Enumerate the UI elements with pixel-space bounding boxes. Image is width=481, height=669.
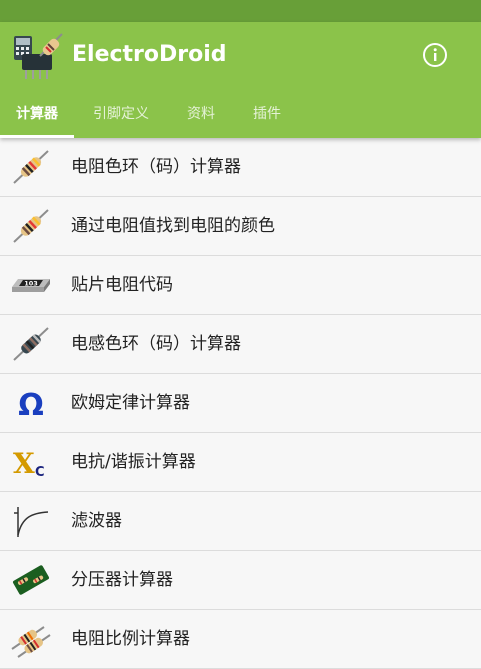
list-item-label: 分压器计算器 xyxy=(71,570,173,590)
resistor-color-code-icon xyxy=(13,150,49,184)
list-item-resistor-value-to-color[interactable]: 通过电阻值找到电阻的颜色 xyxy=(0,197,481,256)
ohm-symbol-icon: Ω xyxy=(18,388,44,423)
inductor-icon xyxy=(13,327,49,361)
list-item-label: 滤波器 xyxy=(71,511,122,531)
list-item-label: 欧姆定律计算器 xyxy=(71,393,190,413)
app-logo-icon xyxy=(14,33,63,79)
list-item-label: 贴片电阻代码 xyxy=(71,275,173,295)
list-item-resistor-ratio[interactable]: 电阻比例计算器 xyxy=(0,610,481,669)
app-bar: ElectroDroid 计算器 引脚定义 资料 插件 xyxy=(0,22,481,138)
filter-curve-icon xyxy=(14,507,49,537)
list-item-inductor-color-code[interactable]: 电感色环（码）计算器 xyxy=(0,315,481,374)
list-item-label: 通过电阻值找到电阻的颜色 xyxy=(71,216,275,236)
resistor-value-to-color-icon xyxy=(13,209,49,243)
list-item-voltage-divider[interactable]: 分压器计算器 xyxy=(0,551,481,610)
voltage-divider-icon xyxy=(13,565,49,595)
smd-resistor-icon: 103 xyxy=(12,279,50,292)
tab-calculators[interactable]: 计算器 xyxy=(0,92,74,138)
list-item-smd-resistor-code[interactable]: 103 贴片电阻代码 xyxy=(0,256,481,315)
active-tab-indicator xyxy=(0,135,74,138)
svg-text:X: X xyxy=(13,447,35,480)
reactance-icon: X C xyxy=(13,447,45,480)
svg-text:103: 103 xyxy=(24,280,38,288)
list-item-label: 电感色环（码）计算器 xyxy=(71,334,241,354)
status-bar xyxy=(0,0,481,22)
svg-text:C: C xyxy=(35,465,45,480)
list-item-label: 电抗/谐振计算器 xyxy=(71,452,196,472)
calculator-list: 电阻色环（码）计算器 通过电阻值找到电阻的颜色 103 贴片电阻代码 电感色环（… xyxy=(0,138,481,669)
tab-resources[interactable]: 资料 xyxy=(172,92,230,138)
svg-text:Ω: Ω xyxy=(18,388,44,423)
list-item-label: 电阻色环（码）计算器 xyxy=(71,157,241,177)
list-item-filters[interactable]: 滤波器 xyxy=(0,492,481,551)
tab-bar: 计算器 引脚定义 资料 插件 xyxy=(0,92,481,138)
app-title: ElectroDroid xyxy=(72,42,227,67)
resistor-ratio-icon xyxy=(11,626,51,658)
info-icon[interactable] xyxy=(422,42,448,68)
list-item-label: 电阻比例计算器 xyxy=(71,629,190,649)
list-item-ohms-law[interactable]: Ω 欧姆定律计算器 xyxy=(0,374,481,433)
tab-pinouts[interactable]: 引脚定义 xyxy=(80,92,162,138)
list-item-resistor-color-code[interactable]: 电阻色环（码）计算器 xyxy=(0,138,481,197)
list-item-reactance-resonance[interactable]: X C 电抗/谐振计算器 xyxy=(0,433,481,492)
tab-plugins[interactable]: 插件 xyxy=(238,92,296,138)
